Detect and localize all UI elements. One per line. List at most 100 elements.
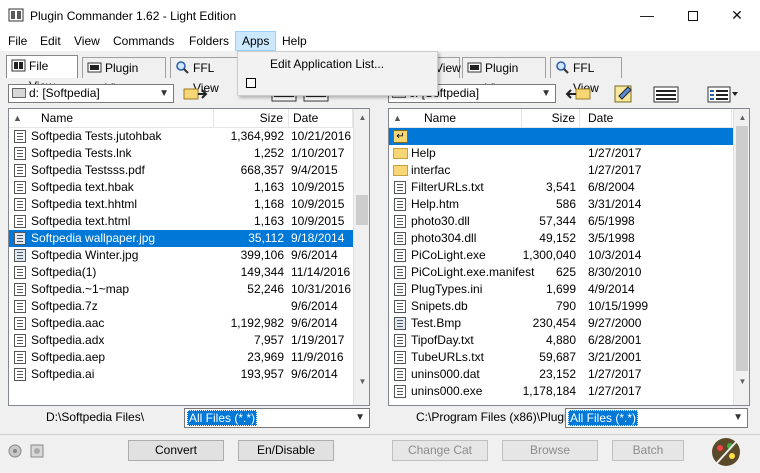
copy-to-other-panel-icon[interactable]: [182, 84, 210, 104]
tab-left-ffl-view[interactable]: FFL View: [170, 57, 238, 95]
up-folder-icon: ↵: [393, 130, 408, 143]
batch-button[interactable]: Batch: [612, 440, 684, 461]
file-row[interactable]: Snipets.db 790 10/15/1999: [389, 298, 749, 315]
date-column-header[interactable]: Date: [289, 109, 353, 128]
name-column-header[interactable]: ▲ Name: [389, 109, 522, 128]
left-file-panel: ▲ Name Size Date Softpedia Tests.jutohba…: [8, 108, 370, 406]
file-size: 57,344: [539, 214, 576, 228]
file-row[interactable]: Help 1/27/2017: [389, 145, 749, 162]
file-size: 1,178,184: [522, 384, 576, 398]
file-row[interactable]: Softpedia.aac 1,192,982 9/6/2014: [9, 315, 369, 332]
edit-application-list-item[interactable]: Edit Application List...: [270, 57, 384, 71]
file-size: 49,152: [539, 231, 576, 245]
tab-left-plugin-view[interactable]: Plugin View: [82, 57, 166, 95]
file-row[interactable]: Softpedia Tests.lnk 1,252 1/10/2017: [9, 145, 369, 162]
tab-left-file-view[interactable]: File View: [6, 55, 78, 93]
file-name: TubeURLs.txt: [411, 350, 484, 364]
left-scroll-thumb[interactable]: [356, 195, 368, 225]
list-view-icon[interactable]: [652, 84, 680, 104]
file-row[interactable]: TipofDay.txt 4,880 6/28/2001: [389, 332, 749, 349]
maximize-button[interactable]: [670, 0, 716, 31]
file-row[interactable]: PiCoLight.exe 1,300,040 10/3/2014: [389, 247, 749, 264]
file-date: 1/27/2017: [588, 163, 642, 177]
name-header-label: Name: [424, 111, 457, 125]
tab-right-ffl-view[interactable]: FFL View: [550, 57, 622, 95]
file-row[interactable]: Softpedia text.hbak 1,163 10/9/2015: [9, 179, 369, 196]
menu-help[interactable]: Help: [276, 31, 313, 51]
file-row[interactable]: Softpedia Tests.jutohbak 1,364,992 10/21/2…: [9, 128, 369, 145]
file-row[interactable]: Softpedia.ai 193,957 9/6/2014: [9, 366, 369, 383]
size-column-header[interactable]: Size: [522, 109, 580, 128]
file-row[interactable]: Softpedia.~1~map 52,246 10/31/2016: [9, 281, 369, 298]
file-row[interactable]: FilterURLs.txt 3,541 6/8/2004: [389, 179, 749, 196]
right-scrollbar[interactable]: ▲ ▼: [733, 109, 749, 405]
menu-commands[interactable]: Commands: [107, 31, 180, 51]
file-size: 23,152: [539, 367, 576, 381]
file-row[interactable]: Softpedia.adx 7,957 1/19/2017: [9, 332, 369, 349]
change-cat-button[interactable]: Change Cat: [392, 440, 488, 461]
name-column-header[interactable]: ▲ Name: [9, 109, 214, 128]
file-row[interactable]: TubeURLs.txt 59,687 3/21/2001: [389, 349, 749, 366]
minimize-button[interactable]: —: [624, 0, 670, 31]
menu-view[interactable]: View: [68, 31, 106, 51]
file-size: 59,687: [539, 350, 576, 364]
file-row[interactable]: photo304.dll 49,152 3/5/1998: [389, 230, 749, 247]
file-row[interactable]: PiCoLight.exe.manifest 625 8/30/2010: [389, 264, 749, 281]
en-disable-button[interactable]: En/Disable: [238, 440, 334, 461]
size-column-header[interactable]: Size: [214, 109, 289, 128]
menu-apps[interactable]: Apps: [235, 31, 277, 51]
file-row[interactable]: Softpedia Winter.jpg 399,106 9/6/2014: [9, 247, 369, 264]
copy-to-left-panel-icon[interactable]: [564, 84, 592, 104]
right-filter-select[interactable]: All Files (*.*) ▼: [565, 408, 748, 428]
file-name: PiCoLight.exe.manifest: [411, 265, 535, 279]
file-row[interactable]: PlugTypes.ini 1,699 4/9/2014: [389, 281, 749, 298]
paintbrush-logo-icon[interactable]: [710, 436, 742, 468]
scroll-down-icon[interactable]: ▼: [354, 373, 369, 390]
left-filter-select[interactable]: All Files (*.*) ▼: [184, 408, 370, 428]
view-options-icon[interactable]: [706, 84, 740, 104]
file-name: Help.htm: [411, 197, 460, 211]
right-filter-value: All Files (*.*): [568, 410, 639, 426]
file-row[interactable]: unins000.exe 1,178,184 1/27/2017: [389, 383, 749, 400]
left-scrollbar[interactable]: ▲ ▼: [353, 109, 369, 405]
file-row[interactable]: Softpedia.aep 23,969 11/9/2016: [9, 349, 369, 366]
browse-button[interactable]: Browse: [502, 440, 598, 461]
file-row[interactable]: Help.htm 586 3/31/2014: [389, 196, 749, 213]
file-row[interactable]: Softpedia wallpaper.jpg 35,112 9/18/2014: [9, 230, 353, 247]
settings-icon[interactable]: [28, 442, 46, 460]
scroll-down-icon[interactable]: ▼: [734, 373, 749, 390]
left-drive-select[interactable]: d: [Softpedia] ▼: [8, 84, 174, 103]
file-row[interactable]: Test.Bmp 230,454 9/27/2000: [389, 315, 749, 332]
app-entry-icon[interactable]: [246, 78, 256, 88]
file-icon: [394, 385, 406, 398]
menu-file[interactable]: File: [2, 31, 33, 51]
image-icon: [394, 317, 406, 330]
file-row[interactable]: Softpedia text.html 1,163 10/9/2015: [9, 213, 369, 230]
file-row[interactable]: ↵: [389, 128, 733, 145]
file-row[interactable]: interfac 1/27/2017: [389, 162, 749, 179]
file-size: 1,252: [253, 146, 284, 160]
edit-icon[interactable]: [610, 84, 638, 104]
file-date: 9/18/2014: [291, 231, 345, 245]
file-date: 1/27/2017: [588, 384, 642, 398]
status-divider: [0, 434, 760, 435]
file-row[interactable]: unins000.dat 23,152 1/27/2017: [389, 366, 749, 383]
date-column-header[interactable]: Date: [580, 109, 732, 128]
scroll-up-icon[interactable]: ▲: [354, 109, 369, 126]
plugin-icon[interactable]: [6, 442, 24, 460]
file-row[interactable]: photo30.dll 57,344 6/5/1998: [389, 213, 749, 230]
menu-folders[interactable]: Folders: [183, 31, 235, 51]
file-row[interactable]: Softpedia text.hhtml 1,168 10/9/2015: [9, 196, 369, 213]
file-row[interactable]: Softpedia.7z 9/6/2014: [9, 298, 369, 315]
tab-right-plugin-view[interactable]: Plugin View: [462, 57, 546, 95]
file-size: 35,112: [248, 231, 284, 245]
right-scroll-thumb[interactable]: [736, 126, 748, 371]
scroll-up-icon[interactable]: ▲: [734, 109, 749, 126]
menu-edit[interactable]: Edit: [34, 31, 67, 51]
convert-button[interactable]: Convert: [128, 440, 224, 461]
file-row[interactable]: Softpedia(1) 149,344 11/14/2016: [9, 264, 369, 281]
file-row[interactable]: Softpedia Testsss.pdf 668,357 9/4/2015: [9, 162, 369, 179]
maximize-icon: [688, 11, 698, 22]
file-icon: [394, 300, 406, 313]
close-button[interactable]: ✕: [714, 0, 760, 31]
